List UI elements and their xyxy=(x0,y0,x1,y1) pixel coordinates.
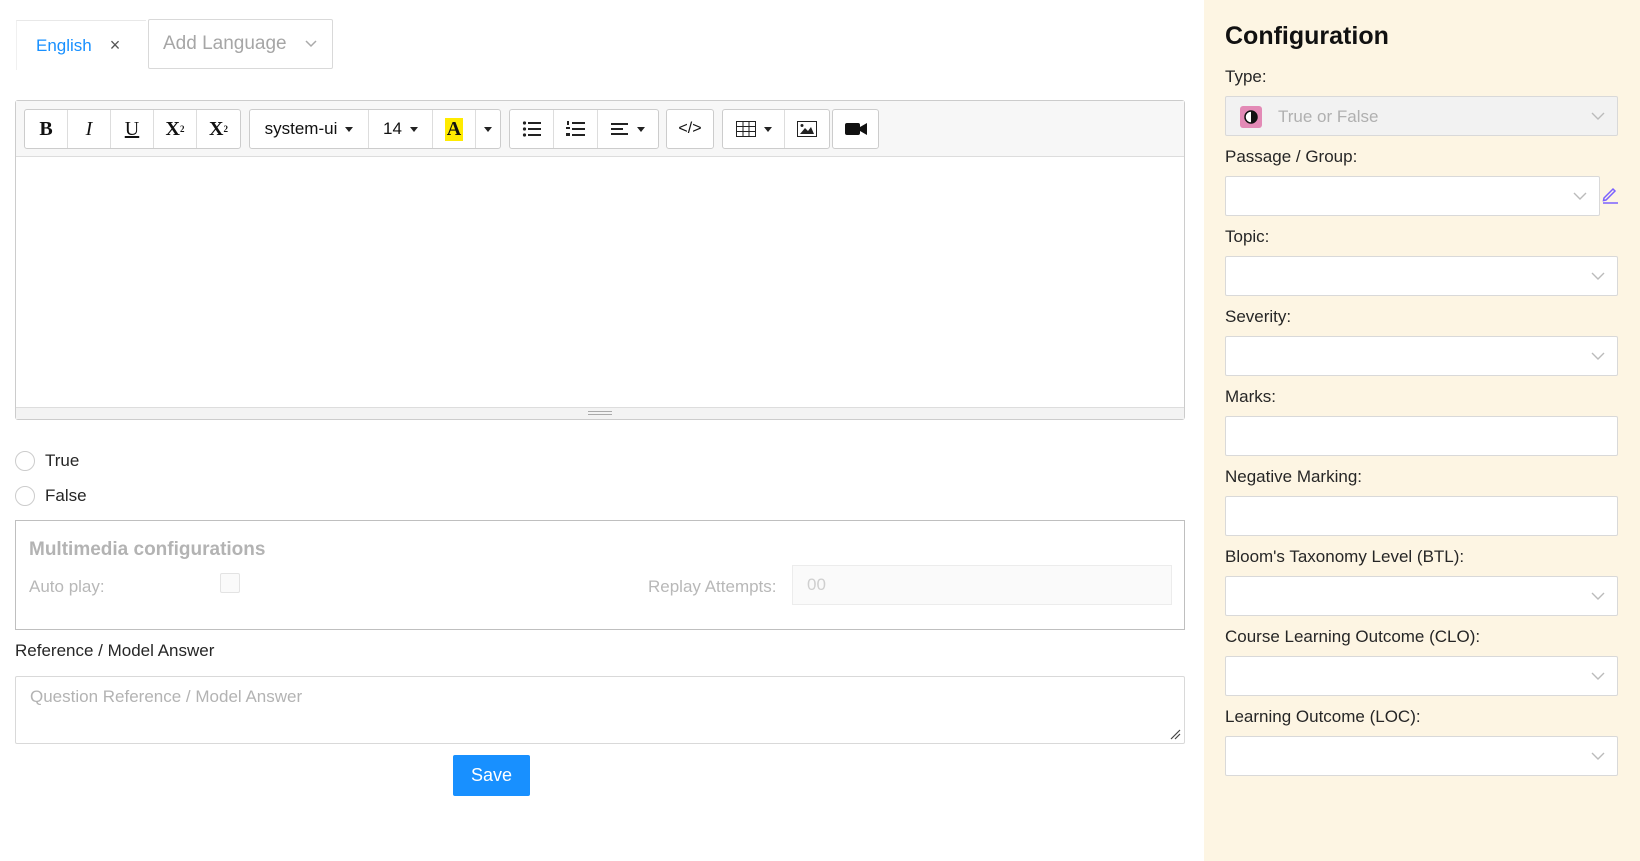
marks-input[interactable] xyxy=(1225,416,1618,456)
bullet-list-button[interactable] xyxy=(510,110,554,148)
negative-marking-input[interactable] xyxy=(1225,496,1618,536)
true-false-type-icon xyxy=(1240,106,1262,128)
type-select[interactable]: True or False xyxy=(1225,96,1618,136)
chevron-down-icon xyxy=(1591,352,1605,360)
configuration-title: Configuration xyxy=(1225,22,1389,50)
close-icon[interactable]: × xyxy=(110,35,121,56)
chevron-down-icon xyxy=(1573,192,1587,200)
chevron-down-icon xyxy=(1591,752,1605,760)
font-button-group: system-ui 14 A xyxy=(249,109,501,149)
subscript-icon: X xyxy=(209,117,224,140)
numbered-list-button[interactable] xyxy=(554,110,598,148)
resize-handle-icon[interactable] xyxy=(1170,729,1181,740)
replay-attempts-label: Replay Attempts: xyxy=(648,577,777,596)
reference-placeholder: Question Reference / Model Answer xyxy=(30,687,303,706)
code-icon: </> xyxy=(678,120,702,137)
topic-label: Topic: xyxy=(1225,227,1270,246)
answer-option-true[interactable]: True xyxy=(15,451,79,471)
highlight-color-dropdown[interactable] xyxy=(476,110,500,148)
font-family-value: system-ui xyxy=(264,119,338,138)
reference-answer-textarea[interactable]: Question Reference / Model Answer xyxy=(15,676,1185,744)
chevron-down-icon xyxy=(305,40,317,48)
editor-content-area[interactable] xyxy=(16,157,1184,407)
caret-down-icon xyxy=(763,126,772,132)
caret-down-icon xyxy=(409,126,418,132)
font-size-value: 14 xyxy=(383,119,402,138)
superscript-icon: X xyxy=(165,117,180,140)
chevron-down-icon xyxy=(1591,272,1605,280)
video-button-group xyxy=(832,109,879,149)
autoplay-label: Auto play: xyxy=(29,577,105,596)
language-tab-english[interactable]: English × xyxy=(16,20,146,70)
subscript-button[interactable]: X2 xyxy=(197,110,240,148)
caret-down-icon xyxy=(345,126,354,132)
bullet-list-icon xyxy=(522,121,541,137)
negative-marking-label: Negative Marking: xyxy=(1225,467,1363,486)
align-left-icon xyxy=(611,123,628,135)
type-label: Type: xyxy=(1225,67,1267,86)
save-button[interactable]: Save xyxy=(453,755,530,796)
autoplay-checkbox[interactable] xyxy=(220,573,240,593)
superscript-button[interactable]: X2 xyxy=(154,110,197,148)
answer-false-label: False xyxy=(45,486,87,505)
chevron-down-icon xyxy=(1591,672,1605,680)
rich-text-editor[interactable]: B I U X2 X2 system-ui 14 A </> xyxy=(15,100,1185,420)
code-button-group: </> xyxy=(666,109,714,149)
language-tab-label: English xyxy=(36,35,92,55)
loc-select[interactable] xyxy=(1225,736,1618,776)
topic-select[interactable] xyxy=(1225,256,1618,296)
passage-group-select[interactable] xyxy=(1225,176,1600,216)
passage-group-label: Passage / Group: xyxy=(1225,147,1358,166)
editor-toolbar: B I U X2 X2 system-ui 14 A </> xyxy=(16,101,1184,157)
configuration-sidebar: Configuration Type: True or False Passag… xyxy=(1204,0,1640,861)
resize-grip-icon xyxy=(588,411,612,415)
clo-select[interactable] xyxy=(1225,656,1618,696)
add-language-select[interactable]: Add Language xyxy=(148,19,333,69)
insert-video-button[interactable] xyxy=(833,110,878,148)
clo-label: Course Learning Outcome (CLO): xyxy=(1225,627,1481,646)
paragraph-button-group xyxy=(509,109,659,149)
severity-label: Severity: xyxy=(1225,307,1292,326)
type-value: True or False xyxy=(1278,107,1379,126)
question-editor-panel: English × Add Language B I U X2 X2 syste… xyxy=(0,0,1204,861)
radio-true[interactable] xyxy=(15,451,35,471)
font-size-dropdown[interactable]: 14 xyxy=(369,110,433,148)
video-camera-icon xyxy=(844,123,867,135)
severity-select[interactable] xyxy=(1225,336,1618,376)
loc-label: Learning Outcome (LOC): xyxy=(1225,707,1421,726)
btl-label: Bloom's Taxonomy Level (BTL): xyxy=(1225,547,1465,566)
underline-button[interactable]: U xyxy=(111,110,154,148)
italic-button[interactable]: I xyxy=(68,110,111,148)
highlight-color-button[interactable]: A xyxy=(433,110,476,148)
add-language-placeholder: Add Language xyxy=(163,33,287,54)
highlight-icon: A xyxy=(444,117,464,141)
answer-true-label: True xyxy=(45,451,80,470)
btl-select[interactable] xyxy=(1225,576,1618,616)
insert-image-button[interactable] xyxy=(785,110,829,148)
align-dropdown[interactable] xyxy=(598,110,658,148)
answer-option-false[interactable]: False xyxy=(15,486,87,506)
bold-button[interactable]: B xyxy=(25,110,68,148)
editor-resize-bar[interactable] xyxy=(16,407,1184,419)
multimedia-title: Multimedia configurations xyxy=(29,539,266,560)
chevron-down-icon xyxy=(1591,592,1605,600)
marks-label: Marks: xyxy=(1225,387,1276,406)
font-family-dropdown[interactable]: system-ui xyxy=(250,110,369,148)
table-icon xyxy=(735,121,756,137)
image-icon xyxy=(797,121,817,137)
radio-false[interactable] xyxy=(15,486,35,506)
caret-down-icon xyxy=(637,126,645,132)
numbered-list-icon xyxy=(565,121,585,136)
insert-button-group xyxy=(722,109,830,149)
caret-down-icon xyxy=(484,126,492,132)
multimedia-config-box: Multimedia configurations Auto play: Rep… xyxy=(15,520,1185,630)
reference-label: Reference / Model Answer xyxy=(15,641,215,660)
edit-pencil-icon[interactable] xyxy=(1600,184,1620,204)
format-button-group: B I U X2 X2 xyxy=(24,109,241,149)
replay-attempts-input[interactable]: 00 xyxy=(792,565,1172,605)
chevron-down-icon xyxy=(1591,112,1605,120)
code-view-button[interactable]: </> xyxy=(667,110,713,148)
table-dropdown[interactable] xyxy=(723,110,785,148)
